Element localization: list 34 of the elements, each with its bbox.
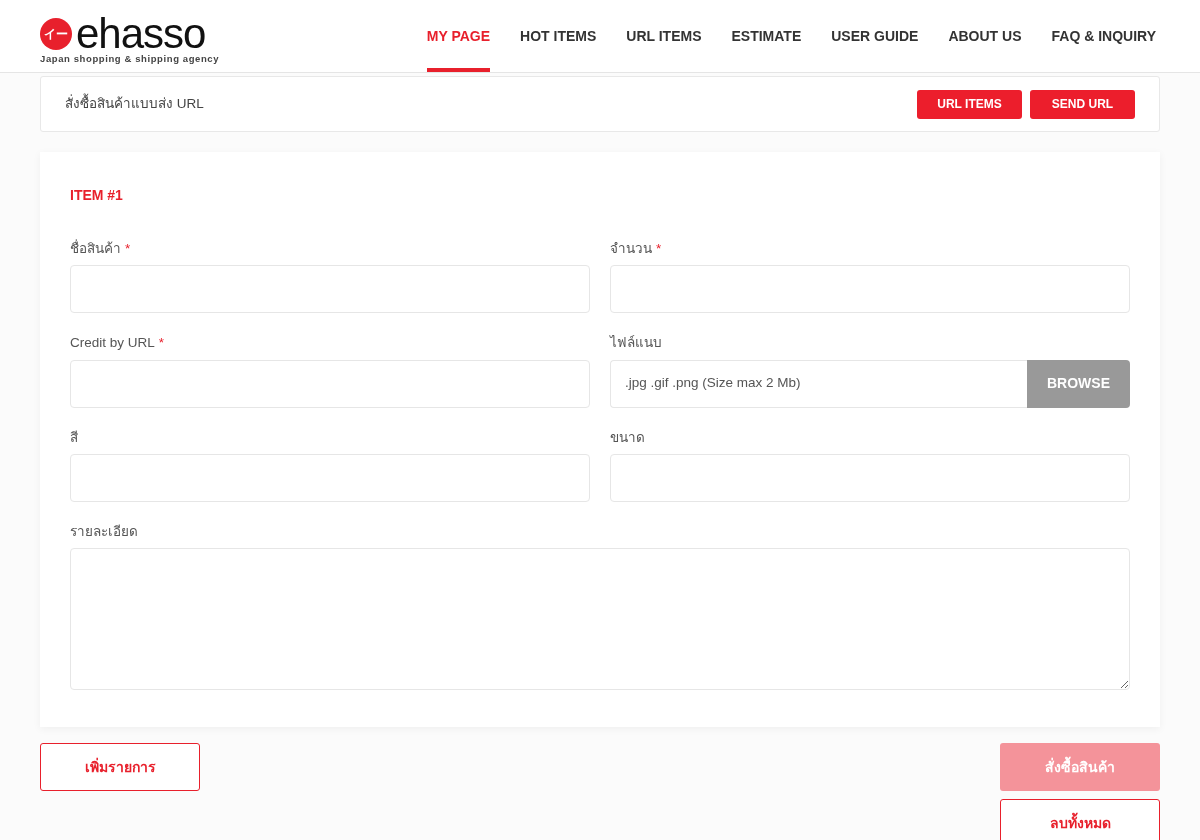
nav-link[interactable]: FAQ & INQUIRY xyxy=(1051,0,1156,72)
file-field[interactable]: .jpg .gif .png (Size max 2 Mb) xyxy=(610,359,1027,408)
field-label: ไฟล์แนบ xyxy=(610,334,662,353)
logo-text: ehasso xyxy=(76,16,206,52)
header-button[interactable]: SEND URL xyxy=(1030,89,1135,119)
field-label: ขนาด xyxy=(610,428,645,447)
required-mark: * xyxy=(656,240,662,258)
header-button[interactable]: URL ITEMS xyxy=(917,89,1022,119)
nav-link[interactable]: MY PAGE xyxy=(426,0,491,72)
nav-link[interactable]: URL ITEMS xyxy=(626,0,702,72)
field-label: จำนวน xyxy=(610,240,652,258)
field-label: Credit by URL xyxy=(70,334,155,353)
input-field[interactable] xyxy=(70,265,590,314)
textarea-field[interactable] xyxy=(70,548,1130,690)
browse-button[interactable]: BROWSE xyxy=(1027,359,1130,408)
field-label: รายละเอียด xyxy=(70,522,138,541)
input-field[interactable] xyxy=(610,453,1130,502)
page-title: สั่งซื้อสินค้าแบบส่ง URL xyxy=(65,93,204,113)
input-field[interactable] xyxy=(70,359,590,408)
item-heading: ITEM #1 xyxy=(70,186,124,205)
input-field[interactable] xyxy=(70,453,590,502)
nav-link[interactable]: ABOUT US xyxy=(948,0,1022,72)
nav-link[interactable]: USER GUIDE xyxy=(831,0,919,72)
nav-link[interactable]: ESTIMATE xyxy=(731,0,802,72)
logo-mark: イー xyxy=(40,18,72,50)
field-label: ชื่อสินค้า xyxy=(70,239,121,258)
add-item-button[interactable]: เพิ่มรายการ xyxy=(40,743,200,791)
logo-tagline: Japan shopping & shipping agency xyxy=(40,52,220,66)
required-mark: * xyxy=(125,240,131,258)
input-field[interactable] xyxy=(610,265,1130,314)
clear-all-button[interactable]: ลบทั้งหมด xyxy=(1000,799,1160,840)
field-label: สี xyxy=(70,428,78,447)
nav-link[interactable]: HOT ITEMS xyxy=(520,0,597,72)
required-mark: * xyxy=(158,334,165,353)
